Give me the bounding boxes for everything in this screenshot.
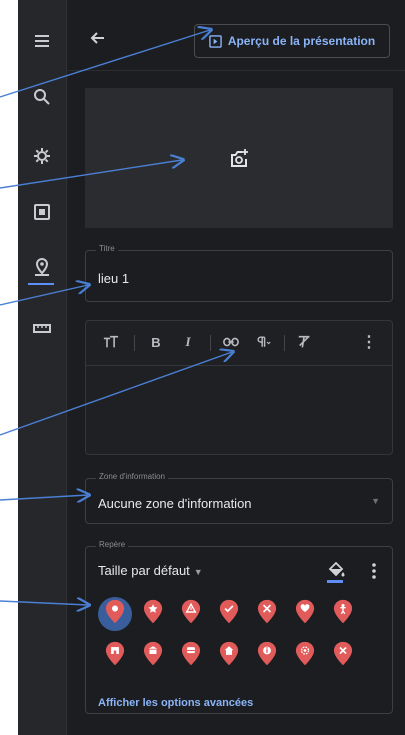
warning-marker-icon[interactable] xyxy=(178,599,204,625)
dropdown-caret-icon[interactable]: ▼ xyxy=(371,496,380,506)
advanced-options-link[interactable]: Afficher les options avancées xyxy=(98,697,253,709)
info-zone-select[interactable]: Zone d'information Aucune zone d'informa… xyxy=(85,472,393,524)
ruler-icon[interactable] xyxy=(30,316,54,340)
active-indicator xyxy=(28,283,54,285)
person-marker-icon[interactable] xyxy=(330,599,356,625)
toolbar-divider xyxy=(134,335,135,351)
preview-label: Aperçu de la présentation xyxy=(227,34,376,48)
fill-color-icon[interactable] xyxy=(326,560,346,580)
play-box-icon xyxy=(209,34,222,48)
format-toolbar: B I ⋮ xyxy=(86,321,392,366)
back-arrow-icon[interactable] xyxy=(88,28,108,48)
title-legend: Titre xyxy=(96,244,118,253)
clear-format-icon[interactable] xyxy=(294,331,316,353)
home-marker-icon[interactable] xyxy=(216,641,242,667)
marker-size-label: Taille par défaut xyxy=(98,563,190,578)
left-tool-rail xyxy=(18,0,67,735)
preview-presentation-button[interactable]: Aperçu de la présentation xyxy=(194,24,390,58)
add-photo-icon xyxy=(231,149,248,167)
info-value[interactable]: Aucune zone d'information xyxy=(98,496,252,511)
marker-section: Repère Taille par défaut ▼ Afficher les o… xyxy=(85,540,393,714)
text-size-icon[interactable] xyxy=(98,331,124,353)
link-icon[interactable] xyxy=(220,331,242,353)
paragraph-icon[interactable] xyxy=(250,331,276,353)
info-legend: Zone d'information xyxy=(96,472,169,481)
panel-header: Aperçu de la présentation xyxy=(68,0,405,71)
heart-marker-icon[interactable] xyxy=(292,599,318,625)
bold-icon[interactable]: B xyxy=(146,331,166,353)
flower-marker-icon[interactable] xyxy=(292,641,318,667)
star-marker-icon[interactable] xyxy=(140,599,166,625)
bus-marker-icon[interactable] xyxy=(178,641,204,667)
frame-icon[interactable] xyxy=(30,200,54,224)
title-value[interactable]: lieu 1 xyxy=(98,271,129,286)
restaurant-marker-icon[interactable] xyxy=(254,599,280,625)
check-marker-icon[interactable] xyxy=(216,599,242,625)
chevron-down-icon: ▼ xyxy=(193,567,203,577)
pin-marker-icon[interactable] xyxy=(102,599,128,625)
toolbar-divider xyxy=(284,335,285,351)
search-icon[interactable] xyxy=(30,85,54,109)
place-editor-panel: Aperçu de la présentation Titre lieu 1 B… xyxy=(68,0,405,735)
toolbar-divider xyxy=(210,335,211,351)
place-pin-icon[interactable] xyxy=(30,255,54,279)
marker-legend: Repère xyxy=(96,540,129,549)
app-window: Aperçu de la présentation Titre lieu 1 B… xyxy=(18,0,405,735)
close-marker-icon[interactable] xyxy=(330,641,356,667)
marker-size-select[interactable]: Taille par défaut ▼ xyxy=(98,563,203,578)
museum-marker-icon[interactable] xyxy=(140,641,166,667)
menu-icon[interactable] xyxy=(30,29,54,53)
selected-color-bar xyxy=(327,580,343,583)
layers-settings-icon[interactable] xyxy=(30,144,54,168)
more-icon[interactable]: ⋮ xyxy=(360,331,378,353)
add-media-area[interactable] xyxy=(85,88,393,228)
description-editor[interactable]: B I ⋮ xyxy=(85,320,393,455)
title-field[interactable]: Titre lieu 1 xyxy=(85,244,393,302)
shop-marker-icon[interactable] xyxy=(102,641,128,667)
marker-more-icon[interactable] xyxy=(366,561,382,581)
info-marker-icon[interactable] xyxy=(254,641,280,667)
italic-icon[interactable]: I xyxy=(178,331,198,353)
